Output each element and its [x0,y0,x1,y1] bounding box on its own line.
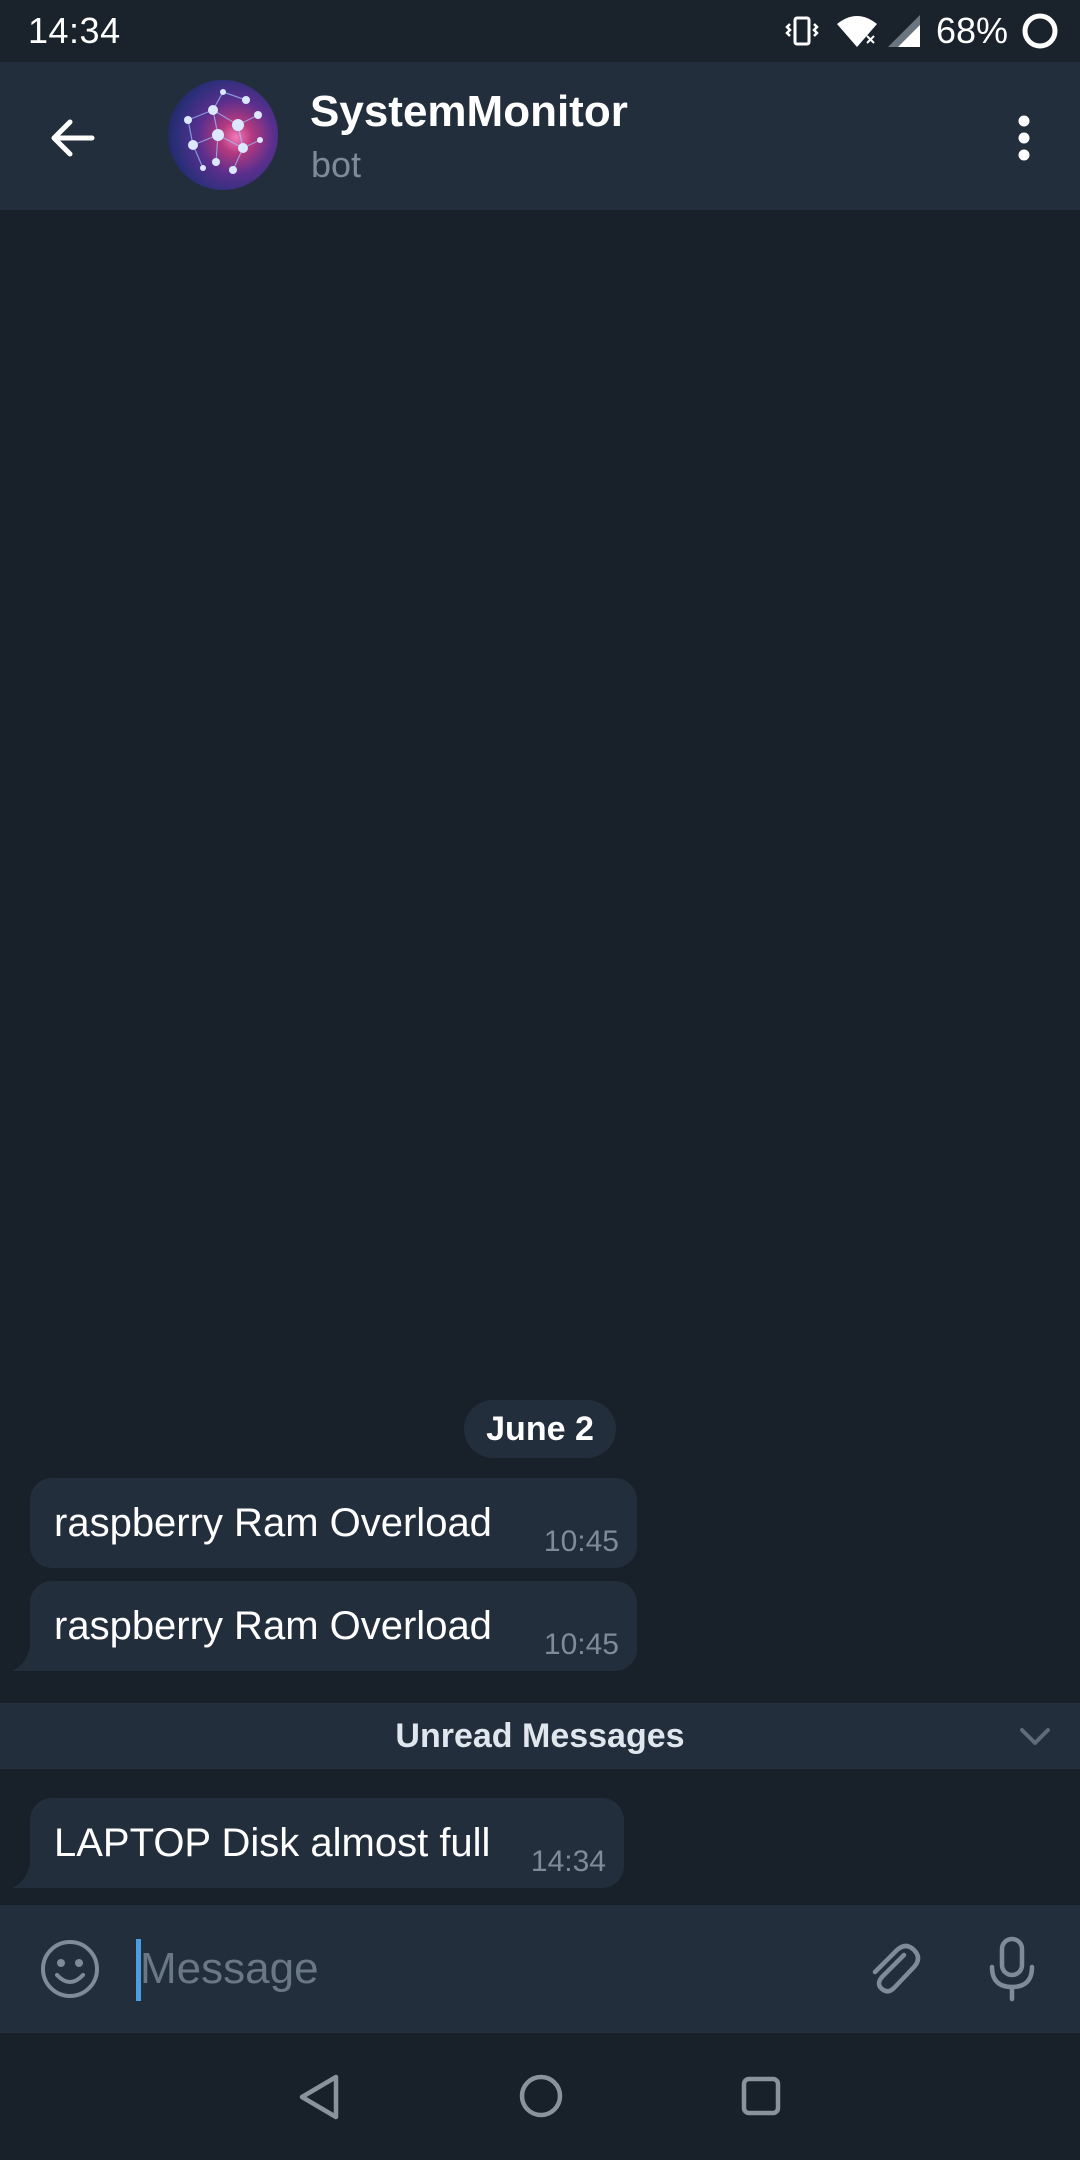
more-options-button[interactable] [996,102,1052,178]
message-list[interactable]: June 2 raspberry Ram Overload 10:45 rasp… [0,210,1080,1905]
message-time: 10:45 [543,1628,619,1661]
more-vertical-icon [1017,115,1031,166]
network-avatar-image [184,89,263,174]
message-text: raspberry Ram Overload [54,1604,492,1648]
telegram-chat-screen: 14:34 68% SystemMonitor bot June 2 raspb… [0,0,1080,2160]
back-button[interactable] [36,104,108,176]
status-bar: 14:34 68% [0,0,1080,62]
chat-header: SystemMonitor bot [0,62,1080,210]
nav-home-icon[interactable] [518,2073,564,2124]
message-bubble[interactable]: raspberry Ram Overload 10:45 [30,1478,637,1568]
unread-messages-divider: Unread Messages [0,1703,1080,1769]
message-time: 10:45 [543,1525,619,1558]
cell-signal-icon [886,13,922,49]
message-text: raspberry Ram Overload [54,1501,492,1545]
vibrate-icon [784,13,820,49]
chevron-down-icon[interactable] [1018,1721,1052,1756]
status-time: 14:34 [28,10,121,51]
bubble-tail [12,1864,36,1888]
battery-percent: 68% [935,10,1008,51]
message-input[interactable] [140,1929,820,2009]
nav-back-icon[interactable] [296,2073,342,2126]
nav-recents-icon[interactable] [740,2075,782,2122]
chat-subtitle: bot [311,144,362,185]
message-bubble[interactable]: LAPTOP Disk almost full 14:34 [12,1798,624,1888]
message-composer [0,1905,1080,2033]
message-bubble[interactable]: raspberry Ram Overload 10:45 [12,1581,637,1671]
smiley-icon[interactable] [38,1937,102,2001]
wifi-icon [836,14,878,48]
system-navigation-bar [0,2033,1080,2160]
arrow-left-icon [48,118,96,163]
chat-title[interactable]: SystemMonitor [310,86,628,138]
bubble-tail [12,1647,36,1671]
message-time: 14:34 [530,1845,606,1878]
bot-avatar[interactable] [168,80,278,190]
battery-ring-icon [1020,11,1060,51]
date-separator: June 2 [464,1400,616,1458]
unread-messages-label: Unread Messages [395,1717,685,1755]
message-text: LAPTOP Disk almost full [54,1821,491,1865]
paperclip-icon[interactable] [860,1937,924,2001]
microphone-icon[interactable] [980,1935,1044,2003]
status-icons: 68% [784,8,1060,54]
